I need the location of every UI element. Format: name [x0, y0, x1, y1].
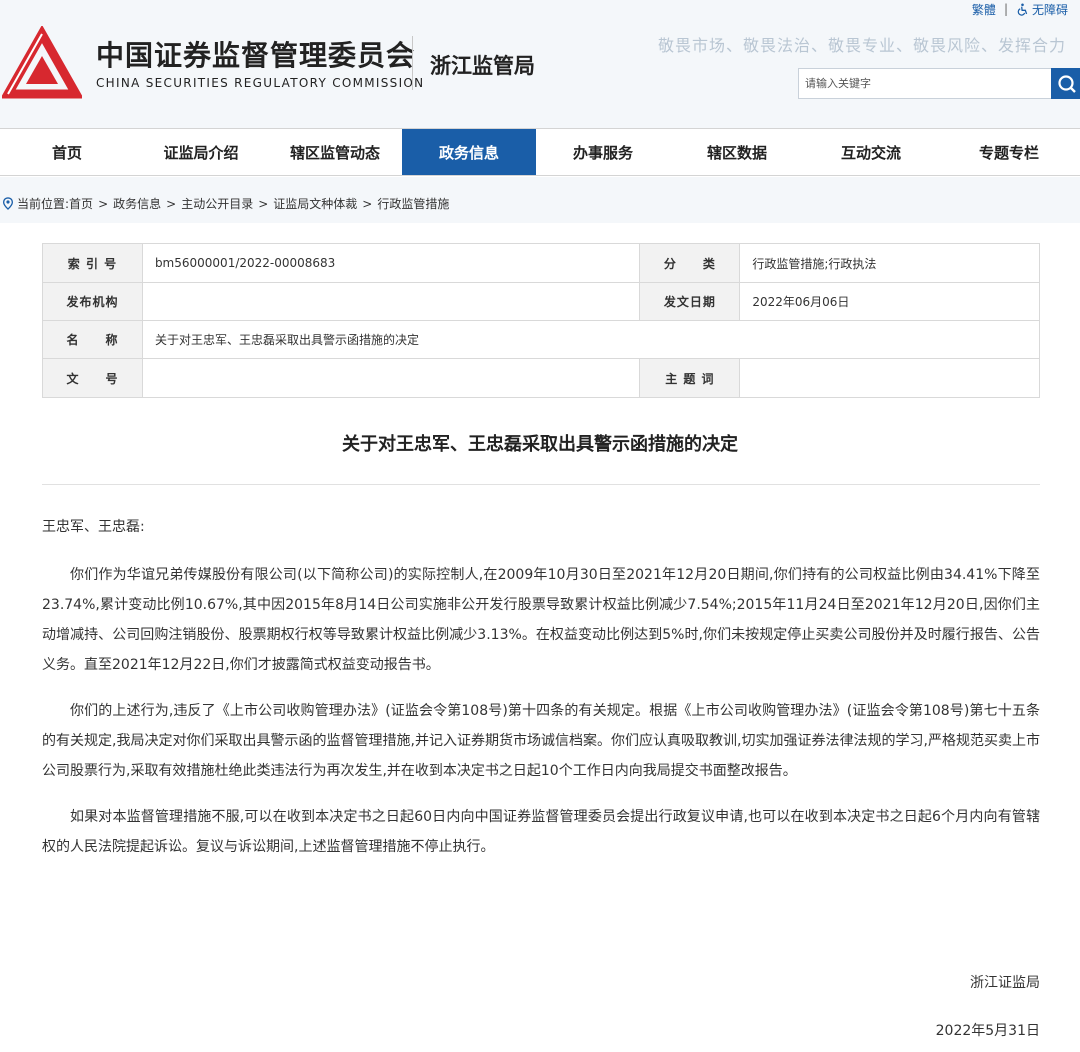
article-paragraph: 你们的上述行为,违反了《上市公司收购管理办法》(证监会令第108号)第十四条的有…	[42, 703, 1040, 779]
breadcrumb-item-admin-measures[interactable]: 行政监管措施	[377, 195, 449, 212]
search-button[interactable]	[1051, 68, 1080, 99]
doc-number-value	[141, 358, 641, 398]
keywords-label: 主 题 词	[639, 358, 741, 398]
nav-item-interaction[interactable]: 互动交流	[804, 129, 938, 175]
article-title: 关于对王忠军、王忠磊采取出具警示函措施的决定	[342, 434, 738, 455]
issuer-label: 发布机构	[42, 282, 143, 321]
header-slogan: 敬畏市场、敬畏法治、敬畏专业、敬畏风险、发挥合力	[657, 36, 1066, 55]
keywords-value	[739, 358, 1040, 398]
signature-org: 浙江证监局	[970, 975, 1040, 991]
article-divider	[42, 484, 1040, 485]
csrc-logo-icon[interactable]	[2, 26, 82, 102]
breadcrumb-sep: >	[258, 196, 269, 211]
category-label: 分 类	[639, 243, 741, 283]
search-icon	[1058, 74, 1076, 93]
issue-date-label: 发文日期	[639, 282, 741, 321]
table-row: 发布机构 发文日期 2022年06月06日	[42, 282, 1040, 321]
breadcrumb-item-doc-types[interactable]: 证监局文种体裁	[273, 195, 357, 212]
nav-item-regional-data[interactable]: 辖区数据	[670, 129, 804, 175]
index-number-label: 索 引 号	[42, 243, 143, 283]
doc-name-label: 名 称	[42, 320, 143, 359]
table-row: 索 引 号 bm56000001/2022-00008683 分 类 行政监管措…	[42, 243, 1040, 283]
index-number-value: bm56000001/2022-00008683	[141, 243, 641, 283]
table-row: 文 号 主 题 词	[42, 358, 1040, 398]
doc-name-value: 关于对王忠军、王忠磊采取出具警示函措施的决定	[141, 320, 1041, 359]
issuer-value	[141, 282, 641, 321]
article-greeting: 王忠军、王忠磊:	[42, 519, 145, 535]
top-utility-bar: 繁體 | 无障碍	[972, 0, 1068, 18]
breadcrumb: 当前位置: 首页 > 政务信息 > 主动公开目录 > 证监局文种体裁 > 行政监…	[2, 195, 449, 212]
nav-item-bureau-intro[interactable]: 证监局介绍	[134, 129, 268, 175]
breadcrumb-prefix: 当前位置:	[17, 197, 70, 211]
issue-date-value: 2022年06月06日	[739, 282, 1040, 321]
site-header: 繁體 | 无障碍 中国证券监督管理委员会 CHINA SECURITIES RE…	[0, 0, 1080, 128]
org-name-en: CHINA SECURITIES REGULATORY COMMISSION	[96, 76, 425, 90]
header-divider	[412, 36, 413, 90]
bureau-name: 浙江监管局	[430, 54, 535, 78]
accessibility-label: 无障碍	[1031, 2, 1068, 17]
breadcrumb-item-home[interactable]: 首页	[69, 195, 93, 212]
nav-item-special-topics[interactable]: 专题专栏	[938, 129, 1080, 175]
nav-item-home[interactable]: 首页	[0, 129, 134, 175]
nav-item-services[interactable]: 办事服务	[536, 129, 670, 175]
breadcrumb-bar: 当前位置: 首页 > 政务信息 > 主动公开目录 > 证监局文种体裁 > 行政监…	[0, 177, 1080, 223]
traditional-chinese-link[interactable]: 繁體	[972, 1, 996, 18]
category-value: 行政监管措施;行政执法	[739, 243, 1040, 283]
org-name-cn: 中国证券监督管理委员会	[96, 39, 416, 72]
search-input[interactable]	[798, 68, 1052, 99]
table-row: 名 称 关于对王忠军、王忠磊采取出具警示函措施的决定	[42, 320, 1041, 359]
article-body: 王忠军、王忠磊: 你们作为华谊兄弟传媒股份有限公司(以下简称公司)的实际控制人,…	[42, 512, 1040, 878]
accessibility-link[interactable]: 无障碍	[1016, 1, 1068, 18]
topbar-separator: |	[1003, 2, 1008, 16]
breadcrumb-sep: >	[166, 196, 177, 211]
wheelchair-icon	[1017, 2, 1028, 16]
nav-item-government-info[interactable]: 政务信息	[402, 129, 536, 175]
document-info-table: 索 引 号 bm56000001/2022-00008683 分 类 行政监管措…	[42, 243, 1041, 398]
nav-item-regional-news[interactable]: 辖区监管动态	[268, 129, 402, 175]
article-paragraph: 你们作为华谊兄弟传媒股份有限公司(以下简称公司)的实际控制人,在2009年10月…	[42, 567, 1040, 673]
signature-date: 2022年5月31日	[935, 1023, 1040, 1039]
breadcrumb-item-government-info[interactable]: 政务信息	[113, 195, 161, 212]
article-paragraph: 如果对本监督管理措施不服,可以在收到本决定书之日起60日内向中国证券监督管理委员…	[42, 809, 1040, 855]
doc-number-label: 文 号	[42, 358, 143, 398]
breadcrumb-item-disclosure-catalog[interactable]: 主动公开目录	[181, 195, 253, 212]
main-nav: 首页 证监局介绍 辖区监管动态 政务信息 办事服务 辖区数据 互动交流 专题专栏	[0, 128, 1080, 176]
location-pin-icon	[2, 197, 14, 210]
breadcrumb-sep: >	[362, 196, 373, 211]
breadcrumb-sep: >	[98, 196, 109, 211]
